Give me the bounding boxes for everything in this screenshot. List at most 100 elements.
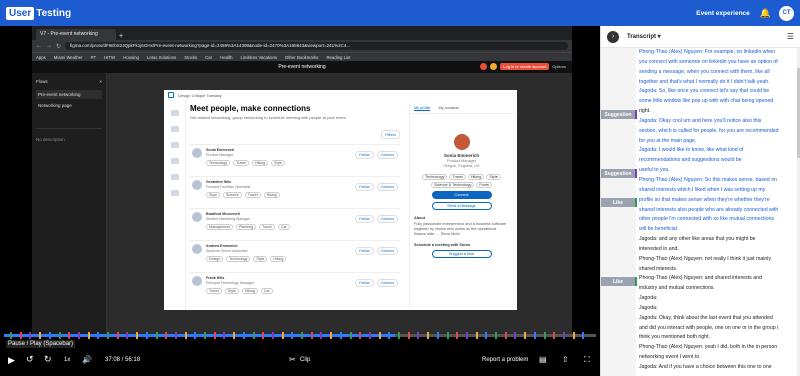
- transcript-line[interactable]: Phong-Thao (Alex) Nguyen: For example, o…: [639, 48, 797, 58]
- like-tag[interactable]: Like: [601, 277, 637, 286]
- timeline-marker[interactable]: [504, 332, 507, 339]
- timeline-marker[interactable]: [475, 332, 478, 339]
- transcript-line[interactable]: some little window like pop up with with…: [639, 97, 797, 107]
- transcript-line[interactable]: shared interests.: [639, 265, 797, 275]
- suggestion-tag[interactable]: Suggestion: [601, 169, 637, 178]
- timeline-marker[interactable]: [194, 332, 197, 339]
- collapse-icon[interactable]: ›: [607, 30, 619, 43]
- transcript-line[interactable]: useful to you.: [639, 166, 797, 176]
- timeline-marker[interactable]: [349, 332, 352, 339]
- timeline-marker[interactable]: [281, 332, 284, 339]
- timeline-marker[interactable]: [378, 332, 381, 339]
- captions-icon[interactable]: ▤: [539, 355, 547, 364]
- timeline-marker[interactable]: [388, 332, 391, 339]
- timeline-marker[interactable]: [339, 332, 342, 339]
- transcript-line[interactable]: Jagoda: I would like to know, like what …: [639, 146, 797, 156]
- timeline-marker[interactable]: [543, 332, 546, 339]
- bell-icon[interactable]: 🔔: [760, 8, 771, 19]
- timeline-marker[interactable]: [223, 332, 226, 339]
- play-icon[interactable]: ▶: [8, 355, 15, 366]
- timeline-marker[interactable]: [514, 332, 517, 339]
- transcript-line[interactable]: Phong-Thao (Alex) Nguyen: So this makes …: [639, 176, 797, 186]
- timeline-marker[interactable]: [310, 332, 313, 339]
- clip-button[interactable]: Clip: [300, 357, 310, 363]
- usertesting-logo[interactable]: User Testing: [6, 6, 71, 20]
- progress-track[interactable]: [4, 334, 596, 337]
- clip-icon[interactable]: ✂: [289, 355, 296, 364]
- transcript-line[interactable]: section, which is called for people, for…: [639, 127, 797, 137]
- transcript-line[interactable]: Phong-Thao (Alex) Nguyen: and shared int…: [639, 274, 797, 284]
- timeline-marker[interactable]: [465, 332, 468, 339]
- transcript-line[interactable]: Jagoda: Okay cool um and here you'll not…: [639, 117, 797, 127]
- timeline-marker[interactable]: [68, 332, 71, 339]
- transcript-line[interactable]: will be beneficial.: [639, 225, 797, 235]
- timeline-marker[interactable]: [262, 332, 265, 339]
- timeline-marker[interactable]: [97, 332, 100, 339]
- event-experience-menu[interactable]: Event experience: [696, 10, 749, 17]
- timeline-marker[interactable]: [368, 332, 371, 339]
- transcript-text[interactable]: Phong-Thao (Alex) Nguyen: For example, o…: [639, 48, 797, 373]
- report-problem-button[interactable]: Report a problem: [482, 357, 528, 363]
- transcript-body[interactable]: Suggestion Suggestion Like Like Phong-Th…: [601, 48, 800, 376]
- menu-icon[interactable]: ☰: [787, 32, 794, 41]
- timeline-marker[interactable]: [77, 332, 80, 339]
- timeline-marker[interactable]: [271, 332, 274, 339]
- transcript-line[interactable]: profile so that makes sense when they're…: [639, 196, 797, 206]
- video-player[interactable]: V7 - Pre-event networking + ← → ↻ figma.…: [0, 26, 600, 348]
- timeline-marker[interactable]: [155, 332, 158, 339]
- transcript-line[interactable]: interested in and.: [639, 245, 797, 255]
- transcript-line[interactable]: networking event I went to.: [639, 353, 797, 363]
- timeline-marker[interactable]: [29, 332, 32, 339]
- timeline-marker[interactable]: [456, 332, 459, 339]
- transcript-line[interactable]: you connect with someone on linkedin you…: [639, 58, 797, 68]
- timeline-marker[interactable]: [427, 332, 430, 339]
- timeline-marker[interactable]: [446, 332, 449, 339]
- transcript-line[interactable]: industry and mutual connections.: [639, 284, 797, 294]
- timeline-marker[interactable]: [107, 332, 109, 339]
- timeline-marker[interactable]: [48, 332, 51, 339]
- timeline-marker[interactable]: [359, 332, 362, 339]
- timeline-marker[interactable]: [582, 332, 585, 339]
- timeline-marker[interactable]: [145, 332, 148, 339]
- transcript-line[interactable]: Jagoda: and any other like areas that yo…: [639, 235, 797, 245]
- timeline-marker[interactable]: [204, 332, 206, 339]
- volume-icon[interactable]: 🔊: [82, 355, 92, 364]
- timeline-marker[interactable]: [174, 332, 177, 339]
- transcript-line[interactable]: Jagoda:: [639, 304, 797, 314]
- avatar[interactable]: CT: [779, 5, 794, 21]
- transcript-line[interactable]: and did you interact with people, one on…: [639, 324, 797, 334]
- timeline-marker[interactable]: [252, 332, 255, 339]
- transcript-line[interactable]: Jagoda: And if you have a choice between…: [639, 363, 797, 373]
- timeline-marker[interactable]: [87, 332, 90, 339]
- transcript-line[interactable]: Phong-Thao (Alex) Nguyen: yeah I did, bo…: [639, 343, 797, 353]
- transcript-line[interactable]: Phong-Thao (Alex) Nguyen: not really I t…: [639, 255, 797, 265]
- timeline-marker[interactable]: [436, 332, 439, 339]
- timeline-marker[interactable]: [116, 332, 119, 339]
- timeline-marker[interactable]: [213, 332, 216, 339]
- transcript-line[interactable]: Jagoda: Okay, think about the last event…: [639, 314, 797, 324]
- transcript-line[interactable]: right.: [639, 107, 797, 117]
- timeline-marker[interactable]: [562, 332, 565, 339]
- transcript-line[interactable]: shared interests also people who are alr…: [639, 206, 797, 216]
- transcript-line[interactable]: recommendations and suggestions would be: [639, 156, 797, 166]
- timeline-marker[interactable]: [485, 332, 488, 339]
- transcript-line[interactable]: for you at the main page.: [639, 137, 797, 147]
- transcript-line[interactable]: Jagoda:: [639, 294, 797, 304]
- timeline-marker[interactable]: [58, 332, 61, 339]
- timeline-marker[interactable]: [10, 332, 12, 339]
- timeline-marker[interactable]: [533, 332, 536, 339]
- transcript-line[interactable]: together and that's what I normally do i…: [639, 78, 797, 88]
- timeline-marker[interactable]: [407, 332, 410, 339]
- timeline-marker[interactable]: [39, 332, 42, 339]
- rewind-icon[interactable]: ↺: [26, 354, 34, 365]
- suggestion-tag[interactable]: Suggestion: [601, 110, 637, 119]
- timeline-marker[interactable]: [19, 332, 22, 339]
- timeline-marker[interactable]: [572, 332, 575, 339]
- timeline-marker[interactable]: [553, 332, 556, 339]
- timeline-marker[interactable]: [291, 332, 294, 339]
- transcript-line[interactable]: other people i'm connected with so like …: [639, 215, 797, 225]
- timeline-marker[interactable]: [233, 332, 236, 339]
- timeline-marker[interactable]: [136, 332, 139, 339]
- transcript-line[interactable]: shared interests which I liked when I wa…: [639, 186, 797, 196]
- transcript-line[interactable]: sending a message, when you connect with…: [639, 68, 797, 78]
